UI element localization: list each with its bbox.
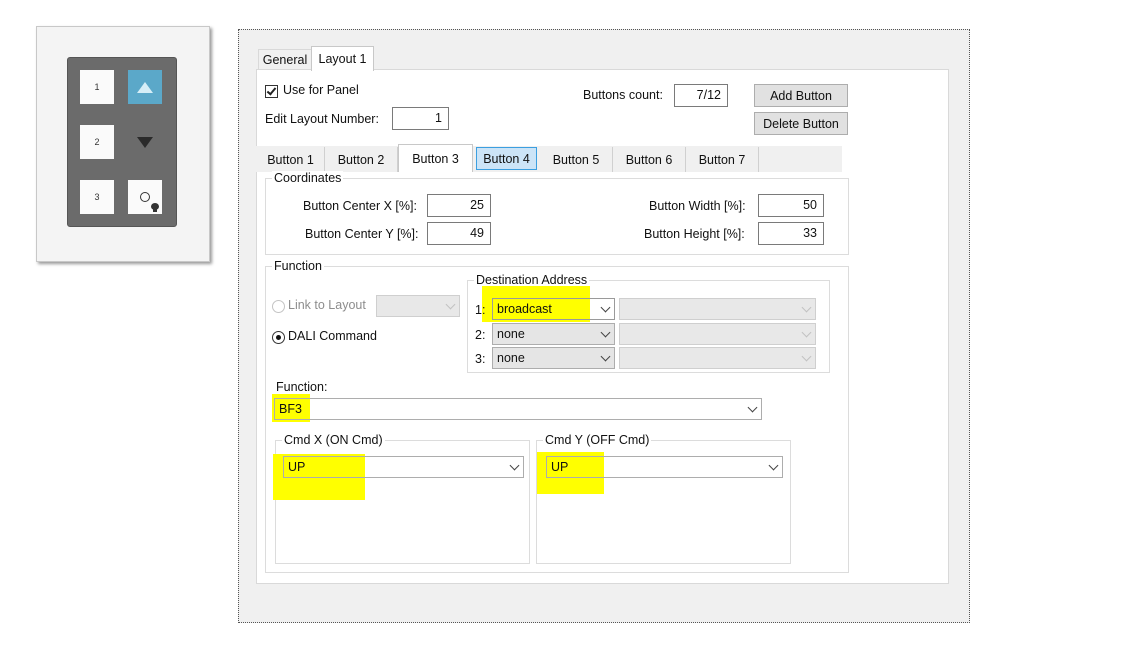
panel-preview: 1 2 3 (36, 26, 210, 262)
destination-address-title: Destination Address (474, 273, 590, 287)
destination-address-group: Destination Address 1: broadcast 2: none… (467, 273, 830, 373)
cmd-x-title: Cmd X (ON Cmd) (282, 433, 385, 447)
chevron-down-icon (600, 302, 611, 313)
preview-button-3[interactable]: 3 (80, 180, 114, 214)
preview-button-up[interactable] (128, 70, 162, 104)
cmd-x-select[interactable]: UP (283, 456, 524, 478)
destination-2-target-select[interactable] (619, 323, 816, 345)
tab-label: Button 1 (267, 152, 314, 167)
edit-layout-number-field[interactable]: 1 (392, 107, 449, 130)
preview-button-power[interactable] (128, 180, 162, 214)
arrow-up-icon (137, 81, 153, 93)
center-x-field[interactable]: 25 (427, 194, 491, 217)
center-x-label: Button Center X [%]: (303, 199, 417, 213)
buttons-count-label: Buttons count: (583, 88, 663, 102)
cmd-x-group: Cmd X (ON Cmd) UP (273, 433, 530, 564)
cmd-x-value: UP (288, 460, 306, 474)
height-field[interactable]: 33 (758, 222, 824, 245)
chevron-down-icon (801, 302, 812, 313)
function-group: Function Link to Layout DALI Command Des… (265, 259, 849, 573)
destination-3-target-select[interactable] (619, 347, 816, 369)
chevron-down-icon (509, 460, 520, 471)
use-for-panel-checkbox[interactable] (265, 85, 278, 98)
tab-layout-1[interactable]: Layout 1 (311, 46, 374, 71)
chevron-down-icon (600, 327, 611, 338)
preview-button-label: 3 (94, 192, 100, 202)
destination-3-select[interactable]: none (492, 347, 615, 369)
chevron-down-icon (600, 351, 611, 362)
tab-button-7[interactable]: Button 7 (686, 147, 759, 172)
layout-dialog: General Layout 1 Use for Panel Edit Layo… (238, 29, 970, 623)
width-label: Button Width [%]: (649, 199, 746, 213)
tab-label: General (262, 53, 308, 67)
checkmark-icon (266, 85, 277, 96)
tab-label: Button 3 (412, 151, 459, 166)
destination-index: 2: (475, 328, 486, 342)
function-select[interactable]: BF3 (274, 398, 762, 420)
destination-2-value: none (497, 327, 525, 341)
button-tab-strip: Button 1 Button 2 Button 3 Button 4 Butt… (251, 144, 842, 172)
destination-1-select[interactable]: broadcast (492, 298, 615, 320)
edit-layout-label: Edit Layout Number: (265, 112, 379, 126)
tab-button-4[interactable]: Button 4 (476, 147, 537, 170)
power-icon (140, 192, 150, 202)
function-group-title: Function (272, 259, 324, 273)
destination-index: 3: (475, 352, 486, 366)
tab-label: Button 4 (483, 151, 530, 166)
cmd-y-title: Cmd Y (OFF Cmd) (543, 433, 652, 447)
cmd-y-value: UP (551, 460, 569, 474)
chevron-down-icon (801, 351, 812, 362)
tab-label: Button 6 (625, 152, 673, 167)
preview-button-label: 1 (94, 82, 100, 92)
destination-index: 1: (475, 303, 486, 317)
tab-button-2[interactable]: Button 2 (325, 147, 398, 172)
tab-label: Layout 1 (318, 52, 367, 66)
preview-button-down[interactable] (128, 125, 162, 159)
cmd-y-group: Cmd Y (OFF Cmd) UP (536, 433, 791, 564)
function-value: BF3 (279, 402, 302, 416)
link-to-layout-label: Link to Layout (288, 298, 366, 312)
height-label: Button Height [%]: (644, 227, 745, 241)
tab-button-5[interactable]: Button 5 (540, 147, 613, 172)
tab-label: Button 5 (552, 152, 600, 167)
buttons-count-field: 7/12 (674, 84, 728, 107)
tab-general[interactable]: General (258, 49, 312, 70)
center-y-field[interactable]: 49 (427, 222, 491, 245)
coordinates-group: Coordinates Button Center X [%]: 25 Butt… (265, 171, 849, 255)
dali-command-label: DALI Command (288, 329, 377, 343)
chevron-down-icon (445, 299, 456, 310)
dali-command-radio[interactable] (272, 331, 285, 344)
preview-button-label: 2 (94, 137, 100, 147)
tab-label: Button 2 (337, 152, 385, 167)
link-to-layout-select[interactable] (376, 295, 460, 317)
layout-tab-page: Use for Panel Edit Layout Number: 1 Butt… (251, 69, 949, 584)
destination-2-select[interactable]: none (492, 323, 615, 345)
delete-button-button[interactable]: Delete Button (754, 112, 848, 135)
center-y-label: Button Center Y [%]: (305, 227, 419, 241)
preview-button-1[interactable]: 1 (80, 70, 114, 104)
destination-3-value: none (497, 351, 525, 365)
panel-plate: 1 2 3 (67, 57, 177, 227)
tab-button-1[interactable]: Button 1 (257, 147, 325, 172)
use-for-panel-label: Use for Panel (283, 83, 359, 97)
add-button-button[interactable]: Add Button (754, 84, 848, 107)
cmd-y-select[interactable]: UP (546, 456, 783, 478)
preview-button-2[interactable]: 2 (80, 125, 114, 159)
link-to-layout-radio[interactable] (272, 300, 285, 313)
destination-1-value: broadcast (497, 302, 552, 316)
tab-label: Button 7 (698, 152, 746, 167)
tab-button-6[interactable]: Button 6 (613, 147, 686, 172)
chevron-down-icon (747, 402, 758, 413)
destination-1-target-select[interactable] (619, 298, 816, 320)
arrow-down-icon (137, 136, 153, 148)
width-field[interactable]: 50 (758, 194, 824, 217)
chevron-down-icon (801, 327, 812, 338)
tab-button-3[interactable]: Button 3 (398, 144, 473, 172)
chevron-down-icon (768, 460, 779, 471)
function-label: Function: (276, 380, 328, 394)
radio-dot (276, 335, 281, 340)
coordinates-title: Coordinates (272, 171, 344, 185)
lightbulb-icon (151, 203, 159, 212)
